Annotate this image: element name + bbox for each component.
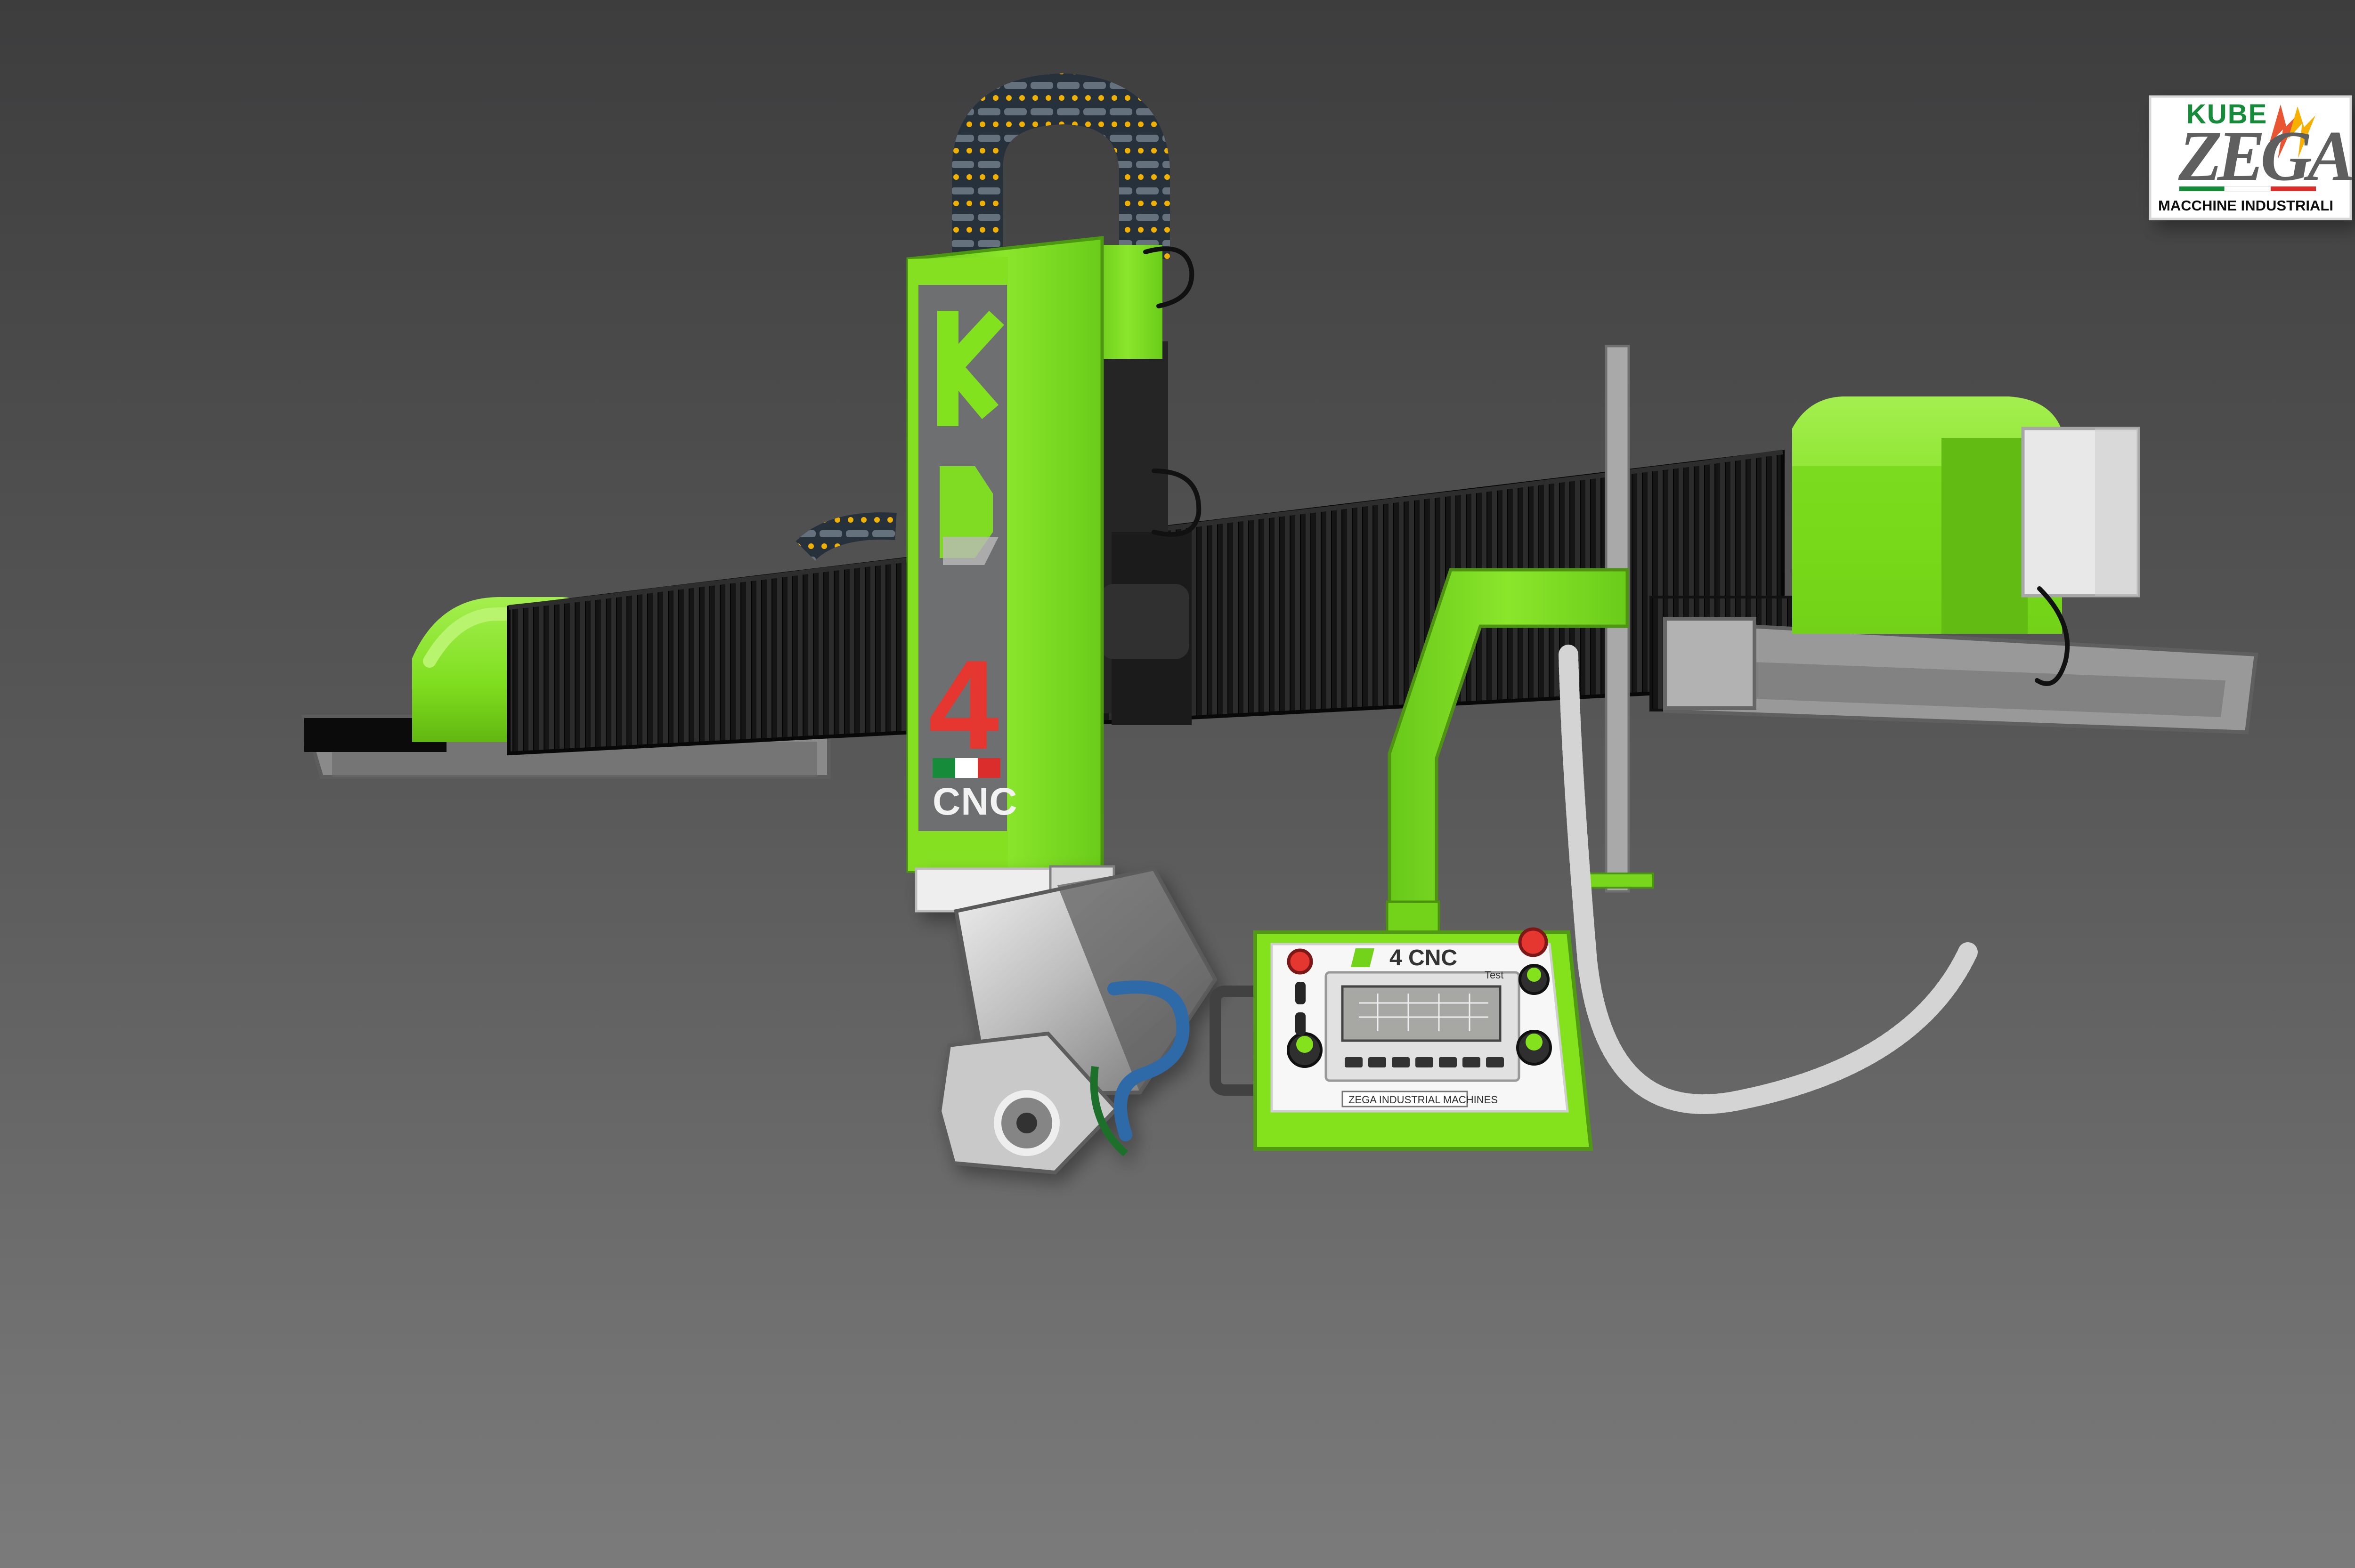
- italy-flag-green: [2179, 186, 2225, 191]
- pole-lower-clamp: [1586, 873, 1654, 889]
- background: [0, 0, 2355, 1568]
- left-emergency-stop-icon: [1287, 948, 1313, 975]
- control-screen: [1341, 985, 1502, 1042]
- logo-brand-text: ZEGA: [2178, 116, 2353, 195]
- italy-flag-red: [2271, 186, 2316, 191]
- blade-center: [1016, 1113, 1037, 1133]
- column-italy-flag-green: [933, 758, 955, 778]
- column-italy-flag-white: [955, 758, 978, 778]
- logo-caption: MACCHINE INDUSTRIALI: [2158, 197, 2333, 214]
- pendant-base: [1386, 900, 1440, 936]
- right-gantry-side: [1941, 438, 2028, 634]
- right-upper-knob-top-icon: [1527, 968, 1541, 982]
- right-emergency-stop-icon: [1518, 927, 1548, 957]
- motor-gear: [1100, 584, 1189, 659]
- column-model-number: 4: [928, 634, 1000, 776]
- column-model-suffix: CNC: [933, 780, 1018, 823]
- right-joystick-top-icon: [1526, 1034, 1543, 1051]
- cnc-product-photo: KUBE ZEGA MACCHINE INDUSTRIALI 4 CNC 4 C…: [0, 0, 2355, 1568]
- screen-label: Test: [1485, 969, 1503, 981]
- italy-flag-white: [2224, 186, 2271, 192]
- panel-keypad: [1345, 1057, 1504, 1067]
- panel-header-brand: 4 CNC: [1389, 946, 1457, 970]
- right-rail-bracket: [1663, 617, 1756, 710]
- company-logo: KUBE ZEGA MACCHINE INDUSTRIALI: [2149, 95, 2355, 220]
- column-italy-flag-red: [978, 758, 1000, 778]
- panel-footer-text: ZEGA INDUSTRIAL MACHINES: [1348, 1094, 1498, 1106]
- left-joystick-top-icon: [1296, 1036, 1313, 1053]
